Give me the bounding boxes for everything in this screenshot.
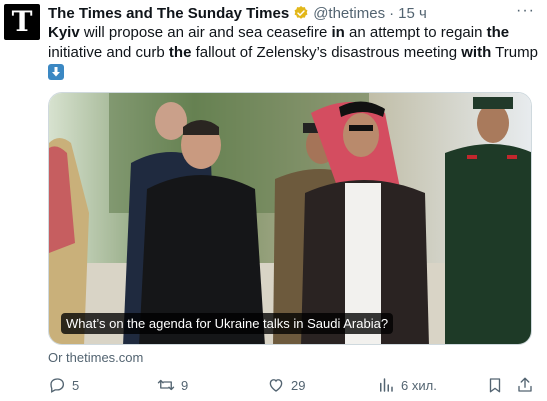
text-segment: fallout of Zelensky’s disastrous meeting xyxy=(191,44,462,61)
text-segment: initiative and curb xyxy=(48,44,169,61)
bookmark-icon xyxy=(489,378,501,393)
text-segment: will propose an air and sea ceasefire xyxy=(79,24,332,41)
text-segment: Trump xyxy=(491,44,538,61)
text-bold-with: with xyxy=(461,44,492,61)
like-button[interactable]: 29 xyxy=(267,374,305,396)
media-card[interactable]: What’s on the agenda for Ukraine talks i… xyxy=(48,92,532,345)
news-photo xyxy=(49,93,531,344)
text-segment: an attempt to regain xyxy=(344,24,487,41)
separator-dot: · xyxy=(389,4,395,22)
views-button[interactable]: 6 хил. xyxy=(377,374,437,396)
repost-icon xyxy=(157,379,175,391)
view-count: 6 хил. xyxy=(401,377,437,393)
bookmark-button[interactable] xyxy=(486,374,510,396)
reply-icon xyxy=(50,378,65,393)
link-domain[interactable]: Or thetimes.com xyxy=(48,350,143,365)
like-count: 29 xyxy=(291,377,306,393)
heart-icon xyxy=(269,379,283,392)
post-text: Kyiv will propose an air and sea ceasefi… xyxy=(48,23,538,63)
post-header: The Times and The Sunday Times @thetimes… xyxy=(48,3,511,23)
repost-count: 9 xyxy=(181,377,189,393)
action-bar: 5 9 29 6 хил. xyxy=(48,374,538,396)
text-bold-kyiv: Kyiv xyxy=(48,24,80,41)
avatar-letter: T xyxy=(11,5,33,38)
down-arrow-icon xyxy=(48,64,64,80)
reply-count: 5 xyxy=(72,377,80,393)
avatar[interactable]: T xyxy=(4,4,40,40)
more-options-icon[interactable]: ··· xyxy=(516,2,535,20)
share-button[interactable] xyxy=(516,374,540,396)
share-icon xyxy=(518,377,532,392)
text-bold-the: the xyxy=(168,44,192,61)
analytics-icon xyxy=(380,378,393,392)
author-name[interactable]: The Times and The Sunday Times xyxy=(48,5,289,22)
repost-button[interactable]: 9 xyxy=(157,374,188,396)
author-handle[interactable]: @thetimes xyxy=(313,5,385,22)
verified-badge-icon xyxy=(294,6,308,19)
timestamp[interactable]: 15 ч xyxy=(398,5,427,22)
media-caption: What’s on the agenda for Ukraine talks i… xyxy=(61,313,394,334)
reply-button[interactable]: 5 xyxy=(48,374,79,396)
text-bold-the: the xyxy=(486,24,510,41)
text-bold-in: in xyxy=(331,24,345,41)
